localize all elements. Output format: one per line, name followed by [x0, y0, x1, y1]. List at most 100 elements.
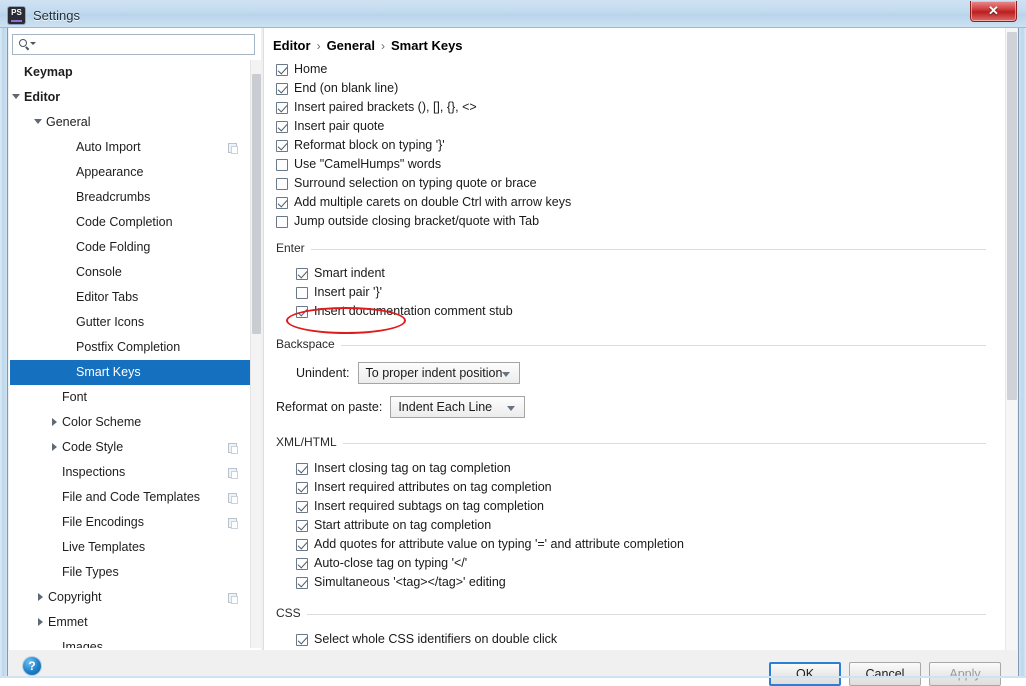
backspace-group: Backspace Unindent: To proper indent pos… [276, 337, 986, 419]
sidebar-item-console[interactable]: Console [10, 260, 251, 285]
checkbox-row[interactable]: Surround selection on typing quote or br… [276, 174, 986, 193]
sidebar-item-label: Editor [24, 90, 61, 104]
checkbox-row[interactable]: Insert documentation comment stub [296, 302, 986, 321]
checkbox-row[interactable]: Insert paired brackets (), [], {}, <> [276, 98, 986, 117]
sidebar-item-label: Auto Import [76, 140, 141, 154]
checkbox-row[interactable]: Jump outside closing bracket/quote with … [276, 212, 986, 231]
breadcrumb-part[interactable]: Editor [273, 38, 311, 53]
sidebar-item-editor-tabs[interactable]: Editor Tabs [10, 285, 251, 310]
checkbox-checked-icon[interactable] [296, 538, 308, 551]
search-box[interactable] [12, 34, 255, 55]
chevron-down-icon [507, 406, 516, 411]
checkbox-label: Insert closing tag on tag completion [314, 461, 511, 475]
checkbox-row[interactable]: Insert pair '}' [296, 283, 986, 302]
sidebar-item-breadcrumbs[interactable]: Breadcrumbs [10, 185, 251, 210]
checkbox-row[interactable]: Insert required attributes on tag comple… [296, 478, 986, 497]
checkbox-checked-icon[interactable] [296, 576, 308, 589]
unindent-combobox[interactable]: To proper indent position [357, 362, 520, 384]
reformat-on-paste-combobox[interactable]: Indent Each Line [390, 396, 526, 418]
sidebar-item-label: File Types [62, 565, 119, 579]
sidebar-item-label: Code Folding [76, 240, 151, 254]
sidebar-item-postfix-completion[interactable]: Postfix Completion [10, 335, 251, 360]
sidebar-item-font[interactable]: Font [10, 385, 251, 410]
sidebar-item-keymap[interactable]: Keymap [10, 60, 251, 85]
checkbox-checked-icon[interactable] [296, 462, 308, 475]
checkbox-row[interactable]: Simultaneous '<tag></tag>' editing [296, 573, 986, 592]
checkbox-label: Add quotes for attribute value on typing… [314, 537, 684, 551]
sidebar-item-code-folding[interactable]: Code Folding [10, 235, 251, 260]
checkbox-row[interactable]: Select whole CSS identifiers on double c… [296, 630, 986, 649]
sidebar-item-images[interactable]: Images [10, 635, 251, 648]
checkbox-unchecked-icon[interactable] [276, 215, 288, 228]
sidebar-item-code-completion[interactable]: Code Completion [10, 210, 251, 235]
sidebar-item-smart-keys[interactable]: Smart Keys [10, 360, 251, 385]
sidebar-item-auto-import[interactable]: Auto Import [10, 135, 251, 160]
checkbox-row[interactable]: Insert pair quote [276, 117, 986, 136]
chevron-right-icon[interactable] [48, 435, 60, 460]
checkbox-checked-icon[interactable] [296, 557, 308, 570]
help-icon[interactable] [23, 657, 41, 675]
unindent-field-row: Unindent: To proper indent position [276, 361, 986, 385]
detail-scrollbar-thumb[interactable] [1007, 32, 1017, 400]
sidebar-item-general[interactable]: General [10, 110, 251, 135]
checkbox-row[interactable]: Insert required subtags on tag completio… [296, 497, 986, 516]
checkbox-row[interactable]: End (on blank line) [276, 79, 986, 98]
sidebar-item-live-templates[interactable]: Live Templates [10, 535, 251, 560]
sidebar-item-file-and-code-templates[interactable]: File and Code Templates [10, 485, 251, 510]
chevron-right-icon[interactable] [48, 410, 60, 435]
checkbox-row[interactable]: Insert closing tag on tag completion [296, 459, 986, 478]
checkbox-row[interactable]: Start attribute on tag completion [296, 516, 986, 535]
sidebar-item-copyright[interactable]: Copyright [10, 585, 251, 610]
sidebar-item-label: Smart Keys [76, 365, 141, 379]
checkbox-checked-icon[interactable] [296, 519, 308, 532]
checkbox-checked-icon[interactable] [276, 63, 288, 76]
chevron-down-icon[interactable] [10, 85, 22, 110]
chevron-right-icon[interactable] [34, 585, 46, 610]
sidebar-item-emmet[interactable]: Emmet [10, 610, 251, 635]
checkbox-checked-icon[interactable] [276, 196, 288, 209]
checkbox-row[interactable]: Smart indent [296, 264, 986, 283]
search-input[interactable] [35, 36, 254, 53]
sidebar-item-file-encodings[interactable]: File Encodings [10, 510, 251, 535]
sidebar-item-inspections[interactable]: Inspections [10, 460, 251, 485]
checkbox-unchecked-icon[interactable] [296, 286, 308, 299]
checkbox-checked-icon[interactable] [296, 633, 308, 646]
checkbox-unchecked-icon[interactable] [276, 177, 288, 190]
sidebar-item-code-style[interactable]: Code Style [10, 435, 251, 460]
checkbox-row[interactable]: Auto-close tag on typing '</' [296, 554, 986, 573]
checkbox-checked-icon[interactable] [296, 305, 308, 318]
sidebar-scrollbar-thumb[interactable] [252, 74, 261, 334]
sidebar-item-color-scheme[interactable]: Color Scheme [10, 410, 251, 435]
detail-scrollbar[interactable] [1005, 28, 1017, 650]
breadcrumb-separator: › [380, 39, 385, 53]
checkbox-checked-icon[interactable] [276, 120, 288, 133]
css-group-title: CSS [276, 606, 986, 622]
sidebar-scrollbar[interactable] [250, 60, 261, 648]
chevron-down-icon[interactable] [32, 110, 44, 135]
apply-button[interactable]: Apply [929, 662, 1001, 686]
checkbox-row[interactable]: Add multiple carets on double Ctrl with … [276, 193, 986, 212]
smart-keys-option-list: Home End (on blank line) Insert paired bra… [276, 60, 986, 231]
checkbox-row[interactable]: Reformat block on typing '}' [276, 136, 986, 155]
checkbox-row[interactable]: Add quotes for attribute value on typing… [296, 535, 986, 554]
cancel-button[interactable]: Cancel [849, 662, 921, 686]
sidebar-item-gutter-icons[interactable]: Gutter Icons [10, 310, 251, 335]
checkbox-checked-icon[interactable] [296, 481, 308, 494]
chevron-right-icon[interactable] [34, 610, 46, 635]
close-button[interactable]: ✕ [970, 1, 1017, 22]
checkbox-checked-icon[interactable] [296, 267, 308, 280]
ok-button[interactable]: OK [769, 662, 841, 686]
checkbox-row[interactable]: Use "CamelHumps" words [276, 155, 986, 174]
checkbox-checked-icon[interactable] [276, 101, 288, 114]
checkbox-checked-icon[interactable] [296, 500, 308, 513]
sidebar-item-file-types[interactable]: File Types [10, 560, 251, 585]
checkbox-row[interactable]: Home [276, 60, 986, 79]
checkbox-checked-icon[interactable] [276, 82, 288, 95]
sidebar-item-appearance[interactable]: Appearance [10, 160, 251, 185]
checkbox-unchecked-icon[interactable] [276, 158, 288, 171]
css-group: CSS Select whole CSS identifiers on doub… [276, 606, 986, 649]
sidebar-item-editor[interactable]: Editor [10, 85, 251, 110]
checkbox-checked-icon[interactable] [276, 139, 288, 152]
breadcrumb-part[interactable]: General [327, 38, 375, 53]
breadcrumb-separator: › [316, 39, 321, 53]
